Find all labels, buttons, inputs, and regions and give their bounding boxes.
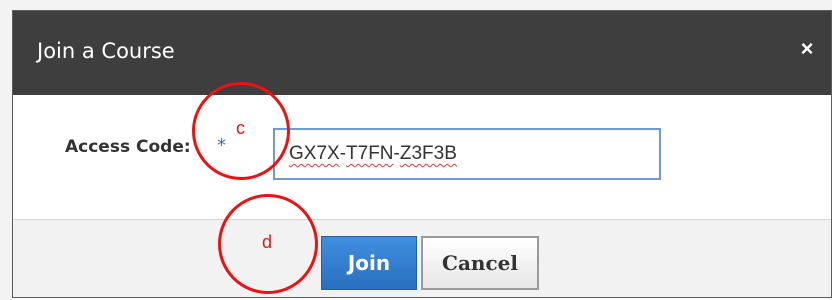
join-course-dialog: Join a Course × Access Code: * GX7X-T7FN… [12,10,832,298]
required-marker: * [217,135,226,156]
access-code-part: T7FN [346,143,394,164]
backdrop [0,12,12,300]
dialog-footer: Join Cancel [13,219,831,297]
access-code-part: GX7X [289,143,340,164]
screen: Join a Course × Access Code: * GX7X-T7FN… [0,0,832,300]
annotation-label-d: d [262,232,273,252]
access-code-input[interactable]: GX7X-T7FN-Z3F3B [273,128,661,180]
access-code-label: Access Code: [65,137,191,157]
dialog-title: Join a Course [37,39,175,63]
dialog-titlebar: Join a Course × [13,11,831,95]
annotation-label-c: c [236,118,245,138]
dialog-body: Access Code: * GX7X-T7FN-Z3F3B [13,95,831,219]
close-icon[interactable]: × [793,35,821,63]
join-button[interactable]: Join [321,236,417,290]
access-code-part: Z3F3B [399,143,457,164]
cancel-button[interactable]: Cancel [421,236,539,290]
